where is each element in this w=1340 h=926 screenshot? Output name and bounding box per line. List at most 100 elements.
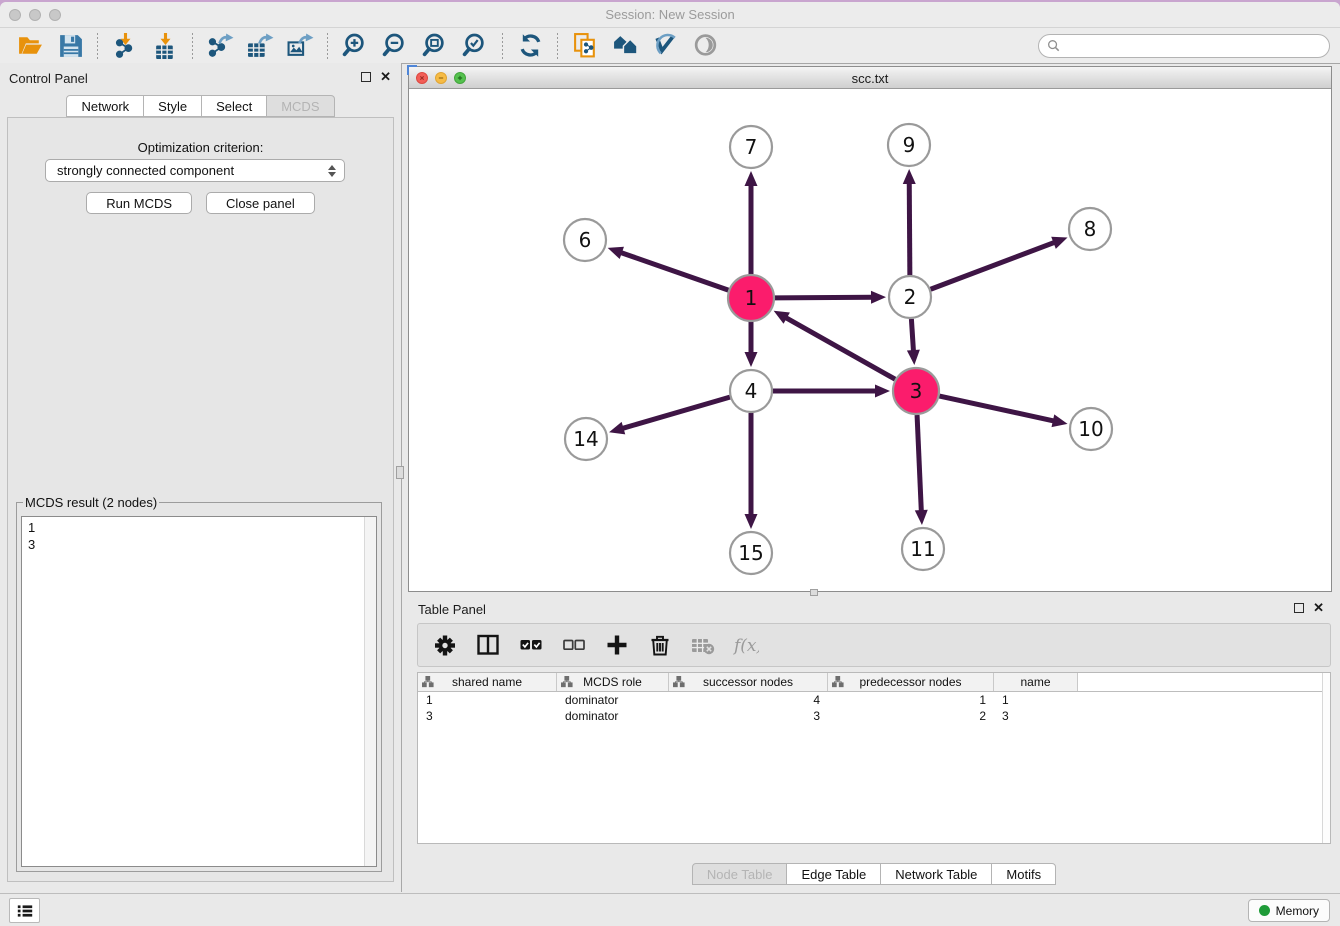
tab-network[interactable]: Network bbox=[66, 95, 144, 117]
table-body: 1dominator4113dominator323 bbox=[418, 692, 1330, 724]
save-button[interactable] bbox=[50, 31, 90, 61]
export-network-icon bbox=[207, 32, 234, 59]
graph-edge-3-1[interactable] bbox=[774, 311, 895, 379]
float-panel-icon[interactable] bbox=[361, 72, 371, 82]
table-cell[interactable]: 2 bbox=[828, 708, 994, 724]
import-network-button[interactable] bbox=[105, 31, 145, 61]
delete-table-icon bbox=[690, 632, 716, 658]
table-panel-tabs: Node TableEdge TableNetwork TableMotifs bbox=[408, 863, 1340, 885]
export-image-button[interactable] bbox=[280, 31, 320, 61]
table-cell[interactable]: dominator bbox=[557, 708, 669, 724]
graph-node-9[interactable]: 9 bbox=[888, 124, 930, 166]
table-cell[interactable]: dominator bbox=[557, 692, 669, 708]
tab-network-table[interactable]: Network Table bbox=[881, 863, 992, 885]
table-scrollbar[interactable] bbox=[1322, 673, 1330, 843]
zoom-selected-button[interactable] bbox=[455, 31, 495, 61]
table-cell[interactable]: 3 bbox=[669, 708, 828, 724]
tab-select[interactable]: Select bbox=[202, 95, 267, 117]
table-row[interactable]: 1dominator411 bbox=[418, 692, 1330, 708]
column-header-MCDS-role[interactable]: MCDS role bbox=[557, 673, 669, 691]
zoom-fit-button[interactable] bbox=[415, 31, 455, 61]
zoom-out-button[interactable] bbox=[375, 31, 415, 61]
import-table-button[interactable] bbox=[145, 31, 185, 61]
table-cell[interactable]: 1 bbox=[828, 692, 994, 708]
table-row[interactable]: 3dominator323 bbox=[418, 708, 1330, 724]
gear-button[interactable] bbox=[430, 630, 460, 660]
table-cell[interactable]: 3 bbox=[994, 708, 1078, 724]
hierarchy-icon bbox=[832, 676, 844, 688]
graph-node-7[interactable]: 7 bbox=[730, 126, 772, 168]
export-table-button[interactable] bbox=[240, 31, 280, 61]
result-scrollbar[interactable] bbox=[364, 517, 376, 866]
zoom-in-button[interactable] bbox=[335, 31, 375, 61]
refresh-button[interactable] bbox=[510, 31, 550, 61]
split-columns-button[interactable] bbox=[473, 630, 503, 660]
close-panel-button[interactable]: Close panel bbox=[206, 192, 315, 214]
houses-button[interactable] bbox=[605, 31, 645, 61]
column-header-name[interactable]: name bbox=[994, 673, 1078, 691]
tab-motifs[interactable]: Motifs bbox=[992, 863, 1056, 885]
memory-button[interactable]: Memory bbox=[1248, 899, 1330, 922]
zoom-fit-icon bbox=[422, 32, 449, 59]
graph-edge-3-11[interactable] bbox=[915, 415, 928, 525]
graph-edge-2-8[interactable] bbox=[931, 237, 1068, 290]
table-cell[interactable]: 1 bbox=[994, 692, 1078, 708]
node-label: 2 bbox=[904, 285, 917, 309]
network-canvas[interactable]: 1 2 3 4 6 7 8 9 10 11 14 15 bbox=[409, 89, 1331, 591]
unchecked-boxes-button[interactable] bbox=[559, 630, 589, 660]
graph-edge-4-3[interactable] bbox=[773, 385, 890, 398]
graph-node-3[interactable]: 3 bbox=[893, 368, 939, 414]
graph-node-4[interactable]: 4 bbox=[730, 370, 772, 412]
task-history-button[interactable] bbox=[9, 898, 40, 923]
float-table-panel-icon[interactable] bbox=[1294, 603, 1304, 613]
criterion-dropdown[interactable]: strongly connected component bbox=[45, 159, 345, 182]
control-panel-title: Control Panel bbox=[9, 71, 88, 86]
column-header-predecessor-nodes[interactable]: predecessor nodes bbox=[828, 673, 994, 691]
delete-table-button bbox=[688, 630, 718, 660]
tab-node-table[interactable]: Node Table bbox=[692, 863, 788, 885]
graph-edge-2-3[interactable] bbox=[907, 319, 920, 365]
v-slash-button[interactable] bbox=[645, 31, 685, 61]
trash-button[interactable] bbox=[645, 630, 675, 660]
graph-node-8[interactable]: 8 bbox=[1069, 208, 1111, 250]
eye-button[interactable] bbox=[685, 31, 725, 61]
search-box[interactable] bbox=[1038, 34, 1330, 58]
search-input[interactable] bbox=[1065, 38, 1321, 53]
graph-edge-3-10[interactable] bbox=[939, 396, 1067, 427]
table-cell[interactable]: 1 bbox=[418, 692, 557, 708]
network-window-titlebar[interactable]: scc.txt bbox=[409, 67, 1331, 89]
close-panel-icon[interactable]: ✕ bbox=[380, 72, 391, 82]
vertical-splitter-handle[interactable] bbox=[396, 466, 404, 479]
graph-node-15[interactable]: 15 bbox=[730, 532, 772, 574]
plus-button[interactable] bbox=[602, 630, 632, 660]
export-network-button[interactable] bbox=[200, 31, 240, 61]
graph-edge-4-15[interactable] bbox=[745, 413, 758, 529]
graph-node-6[interactable]: 6 bbox=[564, 219, 606, 261]
mcds-result-area[interactable]: 13 bbox=[21, 516, 377, 867]
graph-edge-4-14[interactable] bbox=[609, 397, 730, 434]
graph-edge-1-6[interactable] bbox=[608, 247, 729, 290]
column-header-shared-name[interactable]: shared name bbox=[418, 673, 557, 691]
graph-node-14[interactable]: 14 bbox=[565, 418, 607, 460]
graph-node-1[interactable]: 1 bbox=[728, 275, 774, 321]
horizontal-splitter-handle[interactable] bbox=[810, 589, 818, 596]
tab-style[interactable]: Style bbox=[144, 95, 202, 117]
graph-node-2[interactable]: 2 bbox=[889, 276, 931, 318]
tab-edge-table[interactable]: Edge Table bbox=[787, 863, 881, 885]
graph-node-10[interactable]: 10 bbox=[1070, 408, 1112, 450]
table-cell[interactable]: 4 bbox=[669, 692, 828, 708]
graph-edge-1-4[interactable] bbox=[745, 322, 758, 367]
graph-edge-2-9[interactable] bbox=[903, 169, 916, 275]
run-mcds-button[interactable]: Run MCDS bbox=[86, 192, 192, 214]
copy-network-button[interactable] bbox=[565, 31, 605, 61]
close-table-panel-icon[interactable]: ✕ bbox=[1313, 603, 1324, 613]
table-cell[interactable]: 3 bbox=[418, 708, 557, 724]
graph-edge-1-2[interactable] bbox=[775, 291, 886, 304]
checked-boxes-button[interactable] bbox=[516, 630, 546, 660]
open-folder-button[interactable] bbox=[10, 31, 50, 61]
graph-node-11[interactable]: 11 bbox=[902, 528, 944, 570]
graph-edge-1-7[interactable] bbox=[745, 171, 758, 274]
tab-mcds[interactable]: MCDS bbox=[267, 95, 334, 117]
column-header-successor-nodes[interactable]: successor nodes bbox=[669, 673, 828, 691]
table-toolbar: f(x) bbox=[417, 623, 1331, 667]
